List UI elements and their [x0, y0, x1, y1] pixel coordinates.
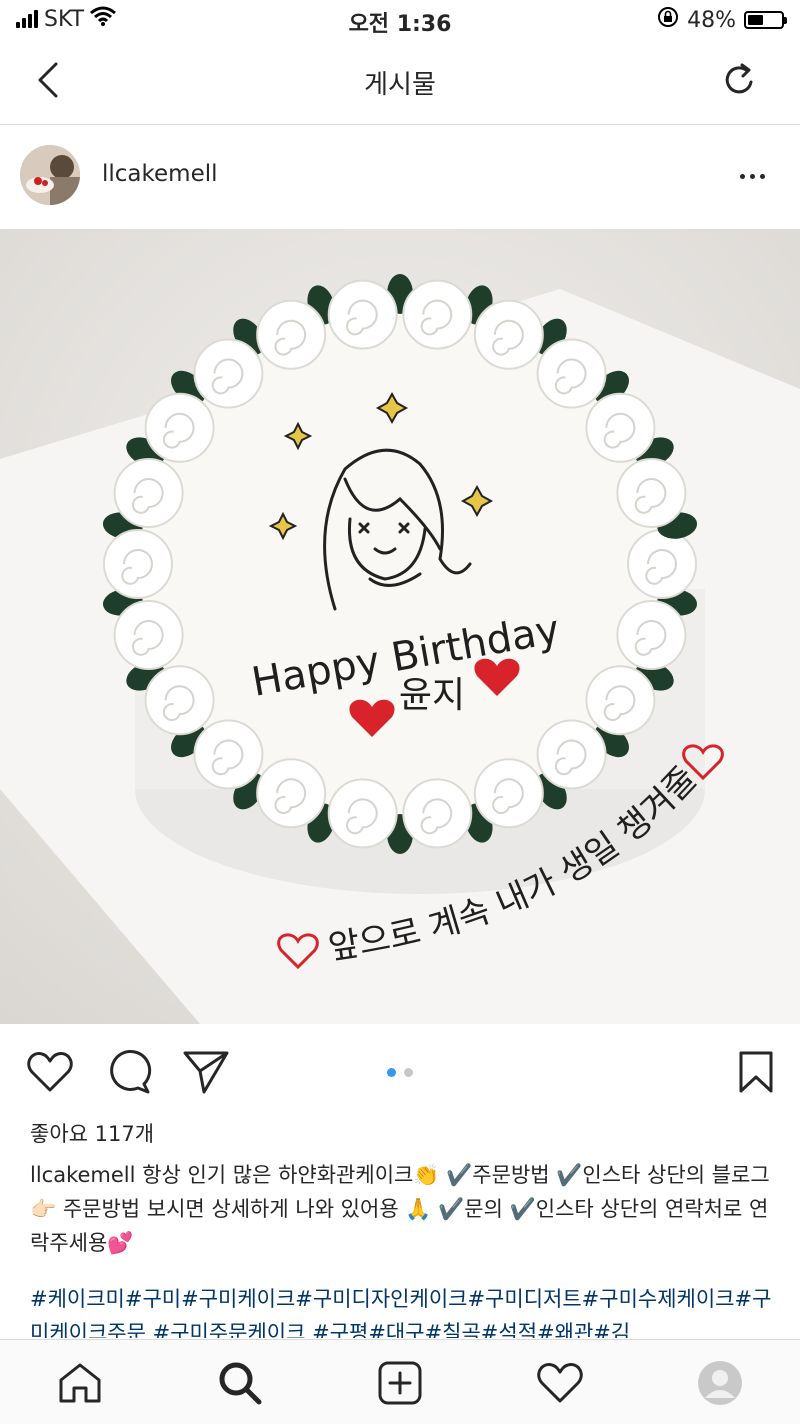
rosette-decoration — [616, 599, 687, 670]
page-title: 게시물 — [364, 70, 436, 100]
post-username[interactable]: llcakemell — [102, 161, 218, 187]
refresh-button[interactable] — [718, 58, 762, 102]
nav-bar: 게시물 — [0, 40, 800, 125]
rosette-decoration — [473, 758, 544, 829]
tab-new-post[interactable] — [375, 1358, 425, 1408]
plus-square-icon — [378, 1361, 422, 1405]
status-right: 48% — [657, 6, 787, 34]
rosette-decoration — [144, 665, 215, 736]
rosette-decoration — [327, 279, 398, 350]
home-icon — [59, 1363, 101, 1403]
rosette-decoration — [585, 665, 656, 736]
rosette-decoration — [113, 599, 184, 670]
like-count[interactable]: 좋아요 117개 — [30, 1118, 154, 1148]
carousel-dot — [387, 1068, 396, 1077]
battery-icon — [744, 11, 787, 29]
status-bar: SKT 오전 1:36 48% — [0, 0, 800, 40]
rosette-decoration — [402, 778, 473, 849]
rosette-decoration — [536, 338, 607, 409]
carousel-indicator — [0, 1068, 800, 1077]
rosette-decoration — [144, 392, 215, 463]
rosette-decoration — [327, 778, 398, 849]
rosette-decoration — [103, 529, 173, 599]
save-button[interactable] — [732, 1048, 780, 1096]
orientation-lock-icon — [657, 6, 679, 34]
caption-text: 항상 인기 많은 하얀화관케이크👏 ✔️주문방법 ✔️인스타 상단의 블로그 👉… — [30, 1163, 770, 1255]
rosette-decoration — [113, 458, 184, 529]
caption-username[interactable]: llcakemell — [30, 1163, 135, 1187]
tab-search[interactable] — [215, 1358, 265, 1408]
avatar[interactable] — [20, 145, 80, 205]
tab-bar — [0, 1339, 800, 1424]
search-icon — [219, 1362, 262, 1405]
rosette-decoration — [585, 392, 656, 463]
rosette-decoration — [616, 458, 687, 529]
post-header: llcakemell — [0, 125, 800, 229]
rosette-decoration — [193, 719, 264, 790]
battery-percent: 48% — [687, 7, 736, 33]
rosette-decoration — [473, 299, 544, 370]
rosette-decoration — [193, 338, 264, 409]
more-options-button[interactable] — [732, 161, 772, 191]
profile-avatar-icon — [698, 1361, 742, 1405]
post-hashtags[interactable]: #케이크미#구미#구미케이크#구미디자인케이크#구미디저트#구미수제케이크#구미… — [30, 1282, 780, 1338]
post-caption: llcakemell 항상 인기 많은 하얀화관케이크👏 ✔️주문방법 ✔️인스… — [30, 1158, 780, 1260]
cake-text-name: 윤지 — [399, 675, 465, 716]
refresh-icon — [725, 63, 753, 94]
bookmark-icon — [739, 1051, 773, 1093]
carousel-dot — [404, 1068, 413, 1077]
post-actions — [0, 1024, 800, 1114]
more-dot-icon — [759, 173, 765, 179]
more-dot-icon — [739, 173, 745, 179]
more-dot-icon — [749, 173, 755, 179]
heart-outline-icon — [537, 1363, 583, 1403]
rosette-decoration — [402, 279, 473, 350]
rosette-decoration — [627, 529, 697, 599]
tab-home[interactable] — [55, 1358, 105, 1408]
tab-activity[interactable] — [535, 1358, 585, 1408]
post-photo[interactable]: Happy Birthday 윤지 앞으로 계속 내가 생일 챙겨줄게 — [0, 229, 800, 1024]
rosette-decoration — [536, 719, 607, 790]
rosette-decoration — [256, 299, 327, 370]
tab-profile[interactable] — [695, 1358, 745, 1408]
rosette-decoration — [256, 758, 327, 829]
